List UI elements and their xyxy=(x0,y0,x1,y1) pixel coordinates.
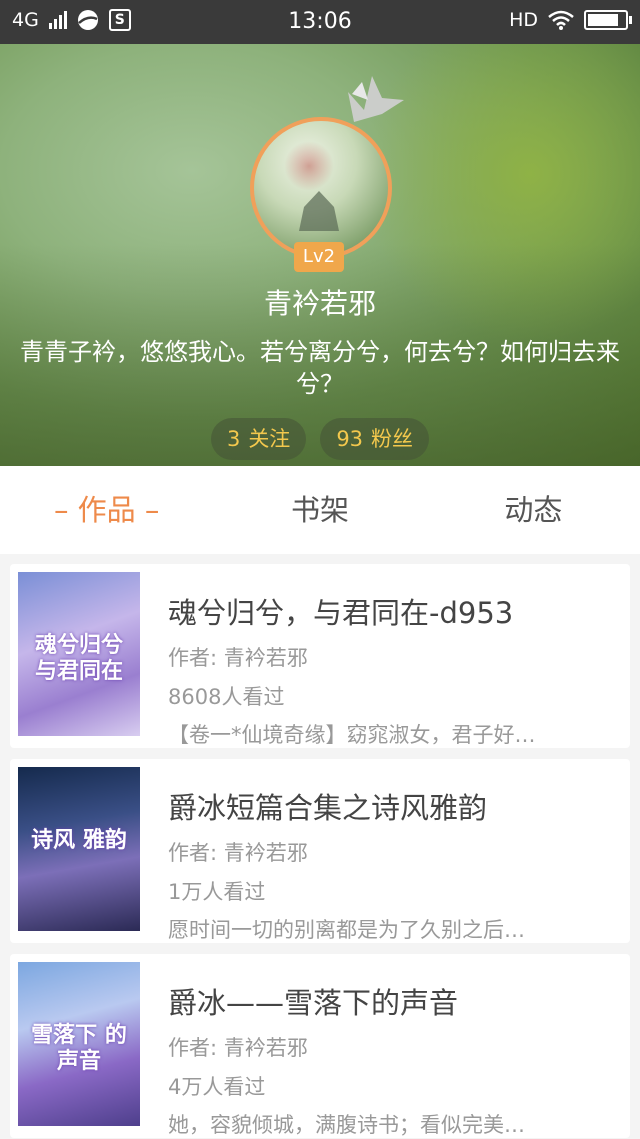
cover-title: 诗风 雅韵 xyxy=(31,827,127,853)
following-label: 关注 xyxy=(248,427,291,451)
book-card[interactable]: 魂兮归兮 与君同在 魂兮归兮，与君同在-d953 作者: 青衿若邪 8608人看… xyxy=(10,564,630,748)
book-author: 作者: 青衿若邪 xyxy=(168,646,308,670)
book-views: 1万人看过 xyxy=(168,880,266,904)
book-author: 作者: 青衿若邪 xyxy=(168,1036,308,1060)
hd-label: HD xyxy=(509,9,538,31)
tab-bookshelf-label: 书架 xyxy=(290,493,349,527)
following-count: 3 xyxy=(226,427,241,451)
following-stat[interactable]: 3 关注 xyxy=(210,418,307,460)
tab-activity-label: 动态 xyxy=(504,493,563,527)
level-badge: Lv2 xyxy=(294,242,344,272)
tab-works[interactable]: – 作品 – xyxy=(0,466,213,554)
bio: 青青子衿，悠悠我心。若兮离分兮，何去兮？如何归去来兮？ xyxy=(20,338,620,398)
book-cover: 诗风 雅韵 xyxy=(18,767,140,931)
avatar-pavilion xyxy=(299,191,339,231)
book-desc: 她，容貌倾城，满腹诗书；看似完美… xyxy=(168,1113,525,1137)
book-title: 爵冰——雪落下的声音 xyxy=(168,986,459,1020)
username: 青衿若邪 xyxy=(263,287,376,320)
book-card[interactable]: 雪落下 的声音 爵冰——雪落下的声音 作者: 青衿若邪 4万人看过 她，容貌倾城… xyxy=(10,954,630,1138)
leaf-crown-icon xyxy=(348,76,404,122)
book-desc: 【卷一*仙境奇缘】窈窕淑女，君子好… xyxy=(168,723,536,747)
profile-header: Lv2 青衿若邪 青青子衿，悠悠我心。若兮离分兮，何去兮？如何归去来兮？ 3 关注… xyxy=(0,44,640,466)
fans-count: 93 xyxy=(336,427,364,451)
stats-row: 3 关注 93 粉丝 xyxy=(0,418,640,460)
tab-bar: – 作品 – 书架 动态 xyxy=(0,466,640,554)
book-views: 4万人看过 xyxy=(168,1075,266,1099)
book-cover: 雪落下 的声音 xyxy=(18,962,140,1126)
cover-title: 魂兮归兮 与君同在 xyxy=(34,632,123,684)
fans-label: 粉丝 xyxy=(371,427,414,451)
status-bar: 4G S 13:06 HD xyxy=(0,0,640,44)
book-title: 魂兮归兮，与君同在-d953 xyxy=(168,596,514,630)
book-author: 作者: 青衿若邪 xyxy=(168,841,308,865)
wifi-icon xyxy=(548,10,574,30)
book-card[interactable]: 诗风 雅韵 爵冰短篇合集之诗风雅韵 作者: 青衿若邪 1万人看过 愿时间一切的别… xyxy=(10,759,630,943)
tab-bookshelf[interactable]: 书架 xyxy=(213,466,426,554)
book-desc: 愿时间一切的别离都是为了久别之后… xyxy=(168,918,525,942)
avatar-art xyxy=(284,141,334,191)
tab-works-label: 作品 xyxy=(77,493,136,527)
cover-title: 雪落下 的声音 xyxy=(31,1022,127,1074)
avatar[interactable] xyxy=(250,117,392,259)
fans-stat[interactable]: 93 粉丝 xyxy=(320,418,430,460)
tab-activity[interactable]: 动态 xyxy=(427,466,640,554)
battery-icon xyxy=(584,10,632,30)
book-views: 8608人看过 xyxy=(168,685,285,709)
book-title: 爵冰短篇合集之诗风雅韵 xyxy=(168,791,488,825)
battery-fill xyxy=(588,14,618,26)
book-cover: 魂兮归兮 与君同在 xyxy=(18,572,140,736)
